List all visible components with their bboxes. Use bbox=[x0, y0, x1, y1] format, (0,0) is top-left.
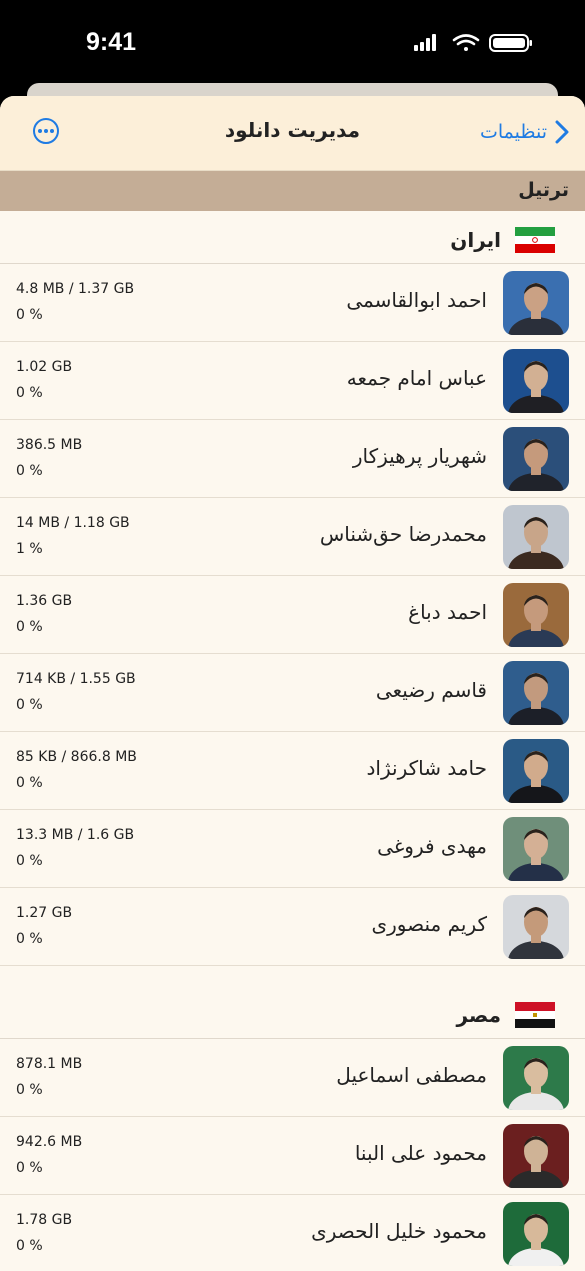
reciter-avatar bbox=[503, 1046, 569, 1110]
reciter-name: کریم منصوری bbox=[371, 912, 487, 936]
download-percent: 0 % bbox=[16, 619, 43, 635]
reciter-avatar bbox=[503, 349, 569, 413]
download-size: 13.3 MB / 1.6 GB bbox=[16, 827, 135, 843]
download-manager-sheet: مدیریت دانلود تنظیمات ترتیل ایران احمد اب… bbox=[0, 96, 585, 1271]
country-header-content: مصر bbox=[456, 1002, 555, 1028]
back-button-label: تنظیمات bbox=[479, 121, 547, 143]
reciter-row[interactable]: محمود خلیل الحصری 1.78 GB 0 % bbox=[0, 1195, 585, 1271]
download-size: 878.1 MB bbox=[16, 1056, 83, 1072]
reciter-name: محمود خلیل الحصری bbox=[311, 1219, 487, 1243]
status-time: 9:41 bbox=[86, 28, 137, 56]
reciter-row[interactable]: کریم منصوری 1.27 GB 0 % bbox=[0, 888, 585, 966]
download-percent: 0 % bbox=[16, 1082, 43, 1098]
download-size: 1.36 GB bbox=[16, 593, 73, 609]
reciter-name: مهدی فروغی bbox=[377, 834, 487, 858]
reciter-row[interactable]: مهدی فروغی 13.3 MB / 1.6 GB 0 % bbox=[0, 810, 585, 888]
reciter-avatar bbox=[503, 817, 569, 881]
country-name: مصر bbox=[456, 1003, 501, 1027]
download-size: 714 KB / 1.55 GB bbox=[16, 671, 136, 687]
reciter-row[interactable]: عباس امام جمعه 1.02 GB 0 % bbox=[0, 342, 585, 420]
status-icons bbox=[414, 34, 532, 52]
egypt-flag-icon bbox=[515, 1002, 555, 1028]
download-percent: 0 % bbox=[16, 1160, 43, 1176]
reciter-name: قاسم رضیعی bbox=[375, 678, 487, 702]
chevron-right-icon bbox=[555, 120, 569, 144]
wifi-icon bbox=[452, 34, 480, 51]
country-name: ایران bbox=[450, 228, 501, 252]
battery-icon bbox=[489, 34, 532, 52]
reciter-avatar bbox=[503, 661, 569, 725]
section-title: ترتیل bbox=[518, 179, 569, 201]
reciter-row[interactable]: شهریار پرهیزکار 386.5 MB 0 % bbox=[0, 420, 585, 498]
download-percent: 0 % bbox=[16, 1238, 43, 1254]
country-header-content: ایران bbox=[450, 227, 555, 253]
download-percent: 0 % bbox=[16, 853, 43, 869]
download-percent: 0 % bbox=[16, 697, 43, 713]
section-header: ترتیل bbox=[0, 171, 585, 211]
reciter-row[interactable]: قاسم رضیعی 714 KB / 1.55 GB 0 % bbox=[0, 654, 585, 732]
status-bar: 9:41 bbox=[0, 0, 585, 90]
download-percent: 0 % bbox=[16, 385, 43, 401]
download-percent: 0 % bbox=[16, 775, 43, 791]
reciter-row[interactable]: محمدرضا حق‌شناس 14 MB / 1.18 GB 1 % bbox=[0, 498, 585, 576]
reciter-name: محمدرضا حق‌شناس bbox=[319, 522, 487, 546]
country-header: ایران bbox=[0, 211, 585, 264]
reciter-name: حامد شاکرنژاد bbox=[366, 756, 488, 780]
reciter-avatar bbox=[503, 505, 569, 569]
reciter-avatar bbox=[503, 427, 569, 491]
reciter-row[interactable]: احمد ابوالقاسمی 4.8 MB / 1.37 GB 0 % bbox=[0, 264, 585, 342]
download-size: 4.8 MB / 1.37 GB bbox=[16, 281, 135, 297]
reciter-row[interactable]: محمود علی البنا 942.6 MB 0 % bbox=[0, 1117, 585, 1195]
reciter-avatar bbox=[503, 1202, 569, 1266]
reciter-name: احمد دباغ bbox=[408, 600, 487, 624]
iran-flag-icon bbox=[515, 227, 555, 253]
reciter-name: مصطفی اسماعیل bbox=[336, 1063, 487, 1087]
download-percent: 0 % bbox=[16, 931, 43, 947]
country-header: مصر bbox=[0, 966, 585, 1039]
reciter-avatar bbox=[503, 739, 569, 803]
reciter-row[interactable]: احمد دباغ 1.36 GB 0 % bbox=[0, 576, 585, 654]
download-size: 85 KB / 866.8 MB bbox=[16, 749, 137, 765]
reciter-name: احمد ابوالقاسمی bbox=[346, 288, 487, 312]
reciter-row[interactable]: حامد شاکرنژاد 85 KB / 866.8 MB 0 % bbox=[0, 732, 585, 810]
reciter-avatar bbox=[503, 583, 569, 647]
reciter-list: ایران احمد ابوالقاسمی 4.8 MB / 1.37 GB 0 % ع… bbox=[0, 211, 585, 1271]
reciter-name: محمود علی البنا bbox=[354, 1141, 487, 1165]
download-size: 1.27 GB bbox=[16, 905, 73, 921]
reciter-name: شهریار پرهیزکار bbox=[352, 444, 487, 468]
reciter-avatar bbox=[503, 895, 569, 959]
cellular-signal-icon bbox=[414, 34, 436, 51]
navigation-bar: مدیریت دانلود تنظیمات bbox=[0, 96, 585, 171]
download-percent: 0 % bbox=[16, 307, 43, 323]
reciter-avatar bbox=[503, 271, 569, 335]
back-button[interactable]: تنظیمات bbox=[480, 120, 569, 144]
reciter-name: عباس امام جمعه bbox=[346, 366, 487, 390]
reciter-row[interactable]: مصطفی اسماعیل 878.1 MB 0 % bbox=[0, 1039, 585, 1117]
download-size: 1.02 GB bbox=[16, 359, 73, 375]
download-size: 14 MB / 1.18 GB bbox=[16, 515, 130, 531]
download-percent: 0 % bbox=[16, 463, 43, 479]
reciter-avatar bbox=[503, 1124, 569, 1188]
download-size: 386.5 MB bbox=[16, 437, 83, 453]
download-percent: 1 % bbox=[16, 541, 43, 557]
download-size: 1.78 GB bbox=[16, 1212, 73, 1228]
download-size: 942.6 MB bbox=[16, 1134, 83, 1150]
